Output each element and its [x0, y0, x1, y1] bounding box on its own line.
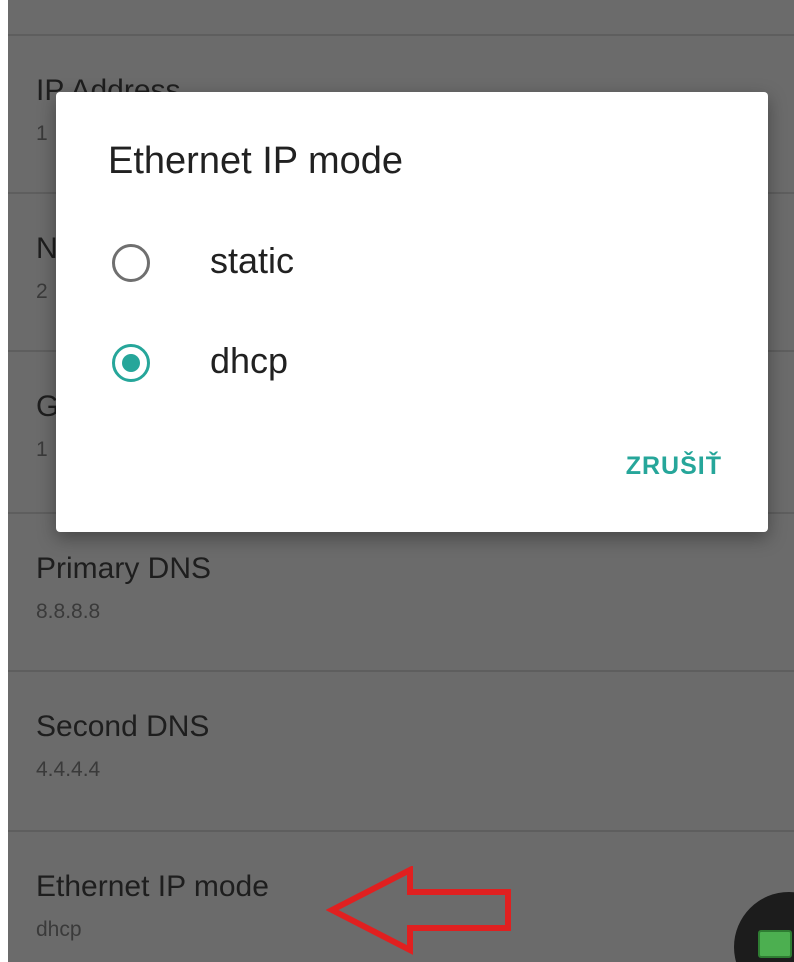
pref-summary: 1 [36, 122, 48, 145]
radio-checked-icon[interactable] [112, 344, 150, 382]
ip-mode-dialog: Ethernet IP mode static dhcp ZRUŠIŤ [56, 92, 768, 532]
network-icon [758, 930, 792, 958]
radio-dot [122, 354, 140, 372]
option-static[interactable]: static [56, 214, 768, 310]
pref-title: Primary DNS [36, 552, 212, 585]
pref-title: N [36, 232, 58, 265]
cancel-button[interactable]: ZRUŠIŤ [626, 452, 722, 481]
option-label: dhcp [210, 340, 289, 381]
option-label: static [210, 240, 295, 281]
option-dhcp[interactable]: dhcp [56, 314, 768, 410]
pref-summary: dhcp [36, 918, 82, 941]
pref-second-dns[interactable]: Second DNS 4.4.4.4 [8, 670, 794, 828]
arrow-left-icon [326, 866, 511, 955]
pref-title: Second DNS [36, 710, 210, 743]
pref-summary: 8.8.8.8 [36, 600, 101, 623]
radio-unchecked-icon[interactable] [112, 244, 150, 282]
pref-summary: 1 [36, 438, 48, 461]
pref-primary-dns[interactable]: Primary DNS 8.8.8.8 [8, 512, 794, 670]
pref-summary: 2 [36, 280, 48, 303]
pref-summary: 4.4.4.4 [36, 758, 101, 781]
dialog-title: Ethernet IP mode [108, 140, 404, 182]
pref-title: Ethernet IP mode [36, 870, 269, 903]
